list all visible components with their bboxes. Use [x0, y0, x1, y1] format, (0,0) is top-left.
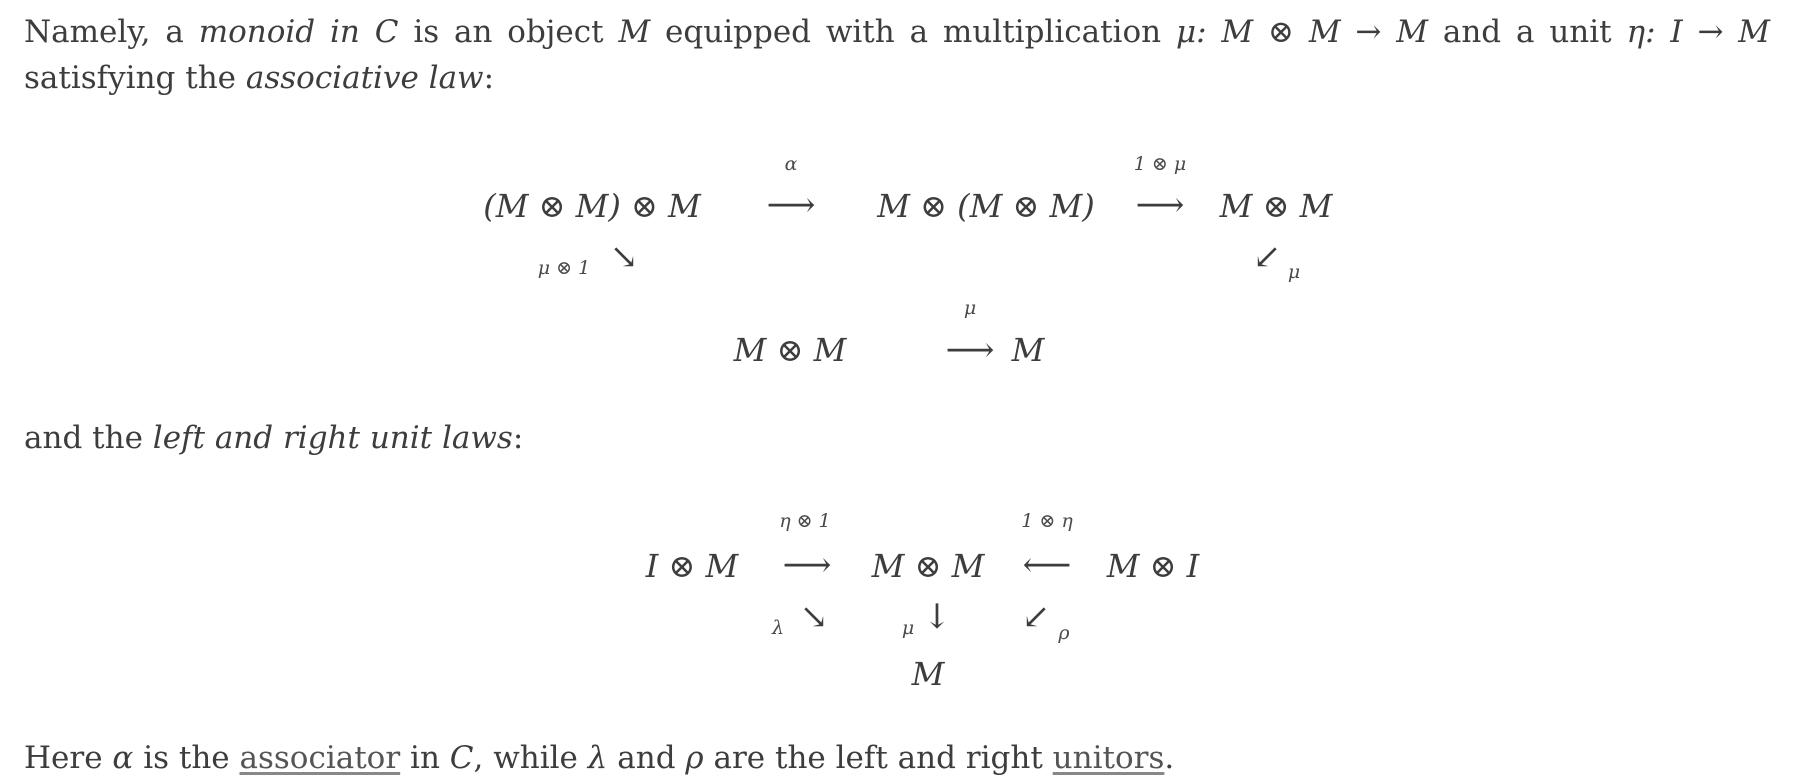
term-monoid: monoid in: [198, 14, 360, 50]
math-multiplication: μ: M ⊗ M → M: [1175, 14, 1428, 50]
math-C: C: [449, 740, 474, 776]
math-M: M: [618, 14, 651, 50]
label-lambda: λ: [771, 617, 785, 639]
label-mu-tensor-1: μ ⊗ 1: [537, 257, 591, 279]
link-unitors[interactable]: unitors: [1053, 740, 1165, 776]
arrow-mu-right: ↙: [1252, 237, 1282, 277]
arrow-mu-bottom: ⟶: [945, 330, 995, 370]
text: :: [512, 420, 524, 456]
label-1-tensor-mu: 1 ⊗ μ: [1133, 153, 1187, 175]
math-unit: η: I → M: [1626, 14, 1771, 50]
text: is an object: [398, 14, 619, 50]
term-unit-laws: left and right unit laws: [152, 420, 513, 456]
text: , while: [473, 740, 588, 776]
arrow-alpha: ⟶: [766, 185, 816, 225]
label-mu-right: μ: [1287, 261, 1301, 283]
arrow-lambda: ↘: [799, 597, 829, 637]
term-associative-law: associative law: [245, 60, 484, 96]
text: .: [1164, 740, 1175, 776]
node-MM-M: (M ⊗ M) ⊗ M: [483, 187, 701, 225]
link-associator[interactable]: associator: [240, 740, 401, 776]
text: and a unit: [1428, 14, 1627, 50]
arrow-eta-tensor-1: ⟶: [782, 545, 832, 585]
node-M-M-top: M ⊗ M: [1219, 187, 1333, 225]
paragraph-associative-intro: satisfying the associative law:: [24, 56, 494, 100]
node-M-M-center: M ⊗ M: [871, 547, 985, 585]
label-alpha: α: [784, 153, 798, 175]
node-I-M: I ⊗ M: [645, 547, 739, 585]
text: :: [483, 60, 495, 96]
label-rho: ρ: [1058, 622, 1070, 644]
label-eta-tensor-1: η ⊗ 1: [779, 510, 831, 532]
node-M-M-bottom: M ⊗ M: [733, 331, 847, 369]
text: equipped with a multiplication: [650, 14, 1176, 50]
text: satisfying the: [24, 60, 246, 96]
text: are the left and right: [703, 740, 1053, 776]
paragraph-monoid-definition: Namely, a monoid in C is an object M equ…: [24, 10, 1770, 54]
text: is the: [133, 740, 240, 776]
arrow-mu: ↓: [922, 597, 952, 637]
arrow-rho: ↙: [1021, 597, 1051, 637]
node-M-result: M: [1011, 331, 1045, 369]
text: Namely, a: [24, 14, 199, 50]
paragraph-explanation: Here α is the associator in C, while λ a…: [24, 736, 1174, 780]
label-mu: μ: [901, 617, 915, 639]
text: and: [607, 740, 686, 776]
text: in: [400, 740, 450, 776]
arrow-1-tensor-eta: ⟵: [1022, 545, 1072, 585]
label-mu-bottom: μ: [963, 297, 977, 319]
text: and the: [24, 420, 153, 456]
math-rho: ρ: [685, 740, 704, 776]
text: Here: [24, 740, 113, 776]
arrow-mu-tensor-1: ↘: [609, 237, 639, 277]
node-M-I: M ⊗ I: [1106, 547, 1200, 585]
math-C: C: [359, 14, 399, 50]
node-M-MM: M ⊗ (M ⊗ M): [877, 187, 1095, 225]
math-lambda: λ: [587, 740, 608, 776]
math-alpha: α: [112, 740, 134, 776]
node-M-bottom: M: [911, 655, 945, 693]
arrow-1-tensor-mu: ⟶: [1135, 185, 1185, 225]
paragraph-unit-intro: and the left and right unit laws:: [24, 416, 523, 460]
label-1-tensor-eta: 1 ⊗ η: [1021, 510, 1073, 532]
